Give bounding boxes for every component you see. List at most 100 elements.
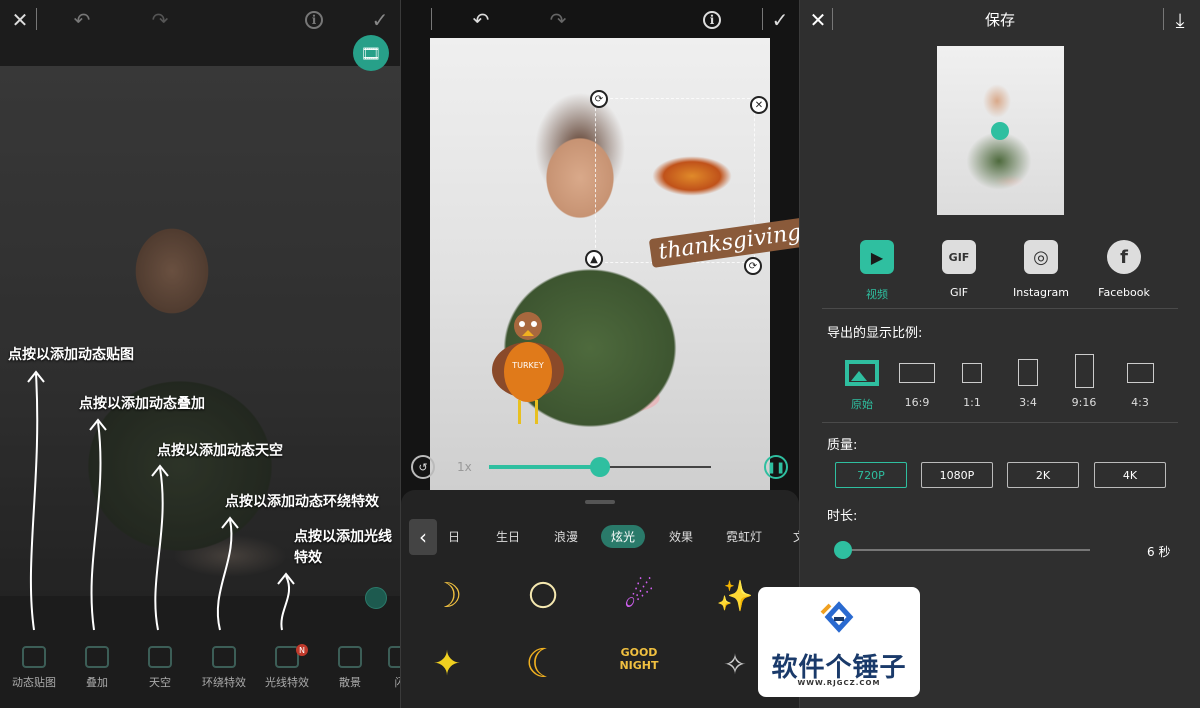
image-icon [845, 360, 879, 386]
confirm-icon[interactable]: ✓ [368, 8, 392, 32]
page-title: 保存 [984, 11, 1015, 29]
play-icon[interactable] [365, 587, 387, 609]
good-night-text: GOOD NIGHT [619, 646, 659, 672]
format-video[interactable]: ▶ 视频 [837, 240, 917, 302]
download-icon[interactable]: ⤓ [1168, 8, 1192, 32]
sky-tool-icon [148, 646, 172, 668]
tab-effects[interactable]: 效果 [669, 528, 693, 545]
ratio-original[interactable]: 原始 [837, 352, 887, 411]
back-chevron-icon[interactable]: ‹ [409, 519, 437, 555]
facebook-icon: f [1107, 240, 1141, 274]
duration-knob[interactable] [834, 541, 852, 559]
top-toolbar: ↶ ↷ i ✓ [401, 0, 799, 38]
top-toolbar: ✕ ↶ ↷ i ✓ [0, 0, 400, 38]
tab-romance[interactable]: 浪漫 [554, 528, 578, 545]
tab-birthday[interactable]: 生日 [496, 528, 520, 545]
duration-slider[interactable] [842, 549, 1090, 551]
toolbar-divider [36, 8, 37, 30]
comet-sticker[interactable]: ☄ [613, 570, 665, 622]
tab-day[interactable]: 日 [448, 528, 460, 545]
ratio-9-16[interactable]: 9:16 [1059, 352, 1109, 409]
tab-neon[interactable]: 霓虹灯 [726, 528, 762, 545]
ratio-16-9-shape [899, 363, 935, 383]
site-watermark: 软件个锤子 WWW.RJGCZ.COM [758, 587, 920, 697]
full-moon-cloud-sticker[interactable]: 🌕 [517, 570, 569, 622]
toolbar-divider [762, 8, 763, 30]
quality-label: 质量: [827, 438, 858, 453]
quality-4k-button[interactable]: 4K [1094, 462, 1166, 488]
info-icon[interactable]: i [302, 8, 326, 32]
turkey-shirt-label: TURKEY [511, 361, 544, 370]
anchor-handle[interactable]: ▲ [585, 250, 603, 268]
ratio-3-4-shape [1018, 359, 1038, 386]
instagram-icon: ◎ [1024, 240, 1058, 274]
tab-glow[interactable]: 炫光 [601, 525, 646, 548]
tutorial-arrows [27, 370, 295, 631]
quality-2k-button[interactable]: 2K [1007, 462, 1079, 488]
quality-1080p-button[interactable]: 1080P [921, 462, 993, 488]
surround-tool-icon [212, 646, 236, 668]
delete-sticker-icon[interactable]: ✕ [750, 96, 768, 114]
redo-icon[interactable]: ↷ [546, 8, 570, 32]
harvest-basket-graphic [652, 156, 732, 196]
ratio-3-4[interactable]: 3:4 [1003, 352, 1053, 409]
section-divider [822, 308, 1178, 309]
category-tabs: ‹ 日 生日 浪漫 炫光 效果 霓虹灯 文 [401, 519, 799, 555]
moon-star-sticker[interactable]: ☽ [421, 570, 473, 622]
undo-icon[interactable]: ↶ [469, 8, 493, 32]
toolbar-divider [1163, 8, 1164, 30]
turkey-sticker[interactable]: TURKEY [488, 300, 568, 430]
ratio-1-1[interactable]: 1:1 [947, 352, 997, 409]
toolbar-divider [431, 8, 432, 30]
rotate-handle-top[interactable]: ⟳ [590, 90, 608, 108]
video-icon: ▶ [860, 240, 894, 274]
tool-animated-sticker[interactable]: 动态贴图 [4, 640, 64, 690]
timeline-knob[interactable] [590, 457, 610, 477]
glitter-sticker[interactable]: ✧ [709, 638, 761, 690]
format-gif[interactable]: GIF GIF [919, 240, 999, 299]
tool-overlay[interactable]: 叠加 [67, 640, 127, 690]
duration-label: 时长: [827, 509, 858, 524]
timeline-progress [489, 465, 600, 469]
ratio-4-3[interactable]: 4:3 [1115, 352, 1165, 409]
duration-value: 6 秒 [1147, 545, 1171, 559]
rewind-icon[interactable]: ↺ [411, 455, 435, 479]
quality-720p-button[interactable]: 720P [835, 462, 907, 488]
redo-icon[interactable]: ↷ [148, 8, 172, 32]
tool-sky[interactable]: 天空 [130, 640, 190, 690]
crescent-moon-sticker[interactable]: ☾ [517, 638, 569, 690]
sparkles-sticker[interactable]: ✨ [709, 570, 761, 622]
watermark-url: WWW.RJGCZ.COM [797, 679, 881, 687]
top-toolbar: ✕ 保存 ⤓ [800, 0, 1200, 38]
ratio-1-1-shape [962, 363, 982, 383]
flash-tool-icon [388, 646, 400, 668]
bokeh-tool-icon [338, 646, 362, 668]
ratio-16-9[interactable]: 16:9 [892, 352, 942, 409]
film-help-icon[interactable]: 🎞 [353, 35, 389, 71]
info-icon[interactable]: i [700, 8, 724, 32]
new-badge: N [296, 644, 308, 656]
ratio-9-16-shape [1074, 354, 1094, 388]
effect-toolbar: 动态贴图 叠加 天空 环绕特效 光线特效 散景 闪 N [0, 640, 400, 708]
format-instagram[interactable]: ◎ Instagram [1001, 240, 1081, 299]
overlay-tool-icon [85, 646, 109, 668]
ratio-4-3-shape [1126, 363, 1154, 383]
pause-icon[interactable]: ❚❚ [764, 455, 788, 479]
tool-light-effect[interactable]: 光线特效 [257, 640, 317, 690]
tool-surround[interactable]: 环绕特效 [194, 640, 254, 690]
sheet-grabber[interactable] [585, 500, 615, 504]
gif-icon: GIF [942, 240, 976, 274]
format-facebook[interactable]: f Facebook [1084, 240, 1164, 299]
confirm-icon[interactable]: ✓ [768, 8, 792, 32]
good-night-sticker[interactable]: GOOD NIGHT [607, 640, 671, 692]
tool-flash[interactable]: 闪 [370, 640, 400, 690]
ratio-label: 导出的显示比例: [827, 326, 923, 341]
scale-handle[interactable]: ⟳ [744, 257, 762, 275]
stars-sticker[interactable]: ✦ [421, 638, 473, 690]
undo-icon[interactable]: ↶ [70, 8, 94, 32]
preview-play-icon[interactable] [991, 122, 1009, 140]
section-divider [822, 422, 1178, 423]
close-icon[interactable]: ✕ [8, 8, 32, 32]
sticker-sheet: ‹ 日 生日 浪漫 炫光 效果 霓虹灯 文 ☽ 🌕 ☄ ✨ ✦ ☾ GOOD N… [401, 490, 799, 708]
watermark-logo-icon [820, 601, 854, 633]
